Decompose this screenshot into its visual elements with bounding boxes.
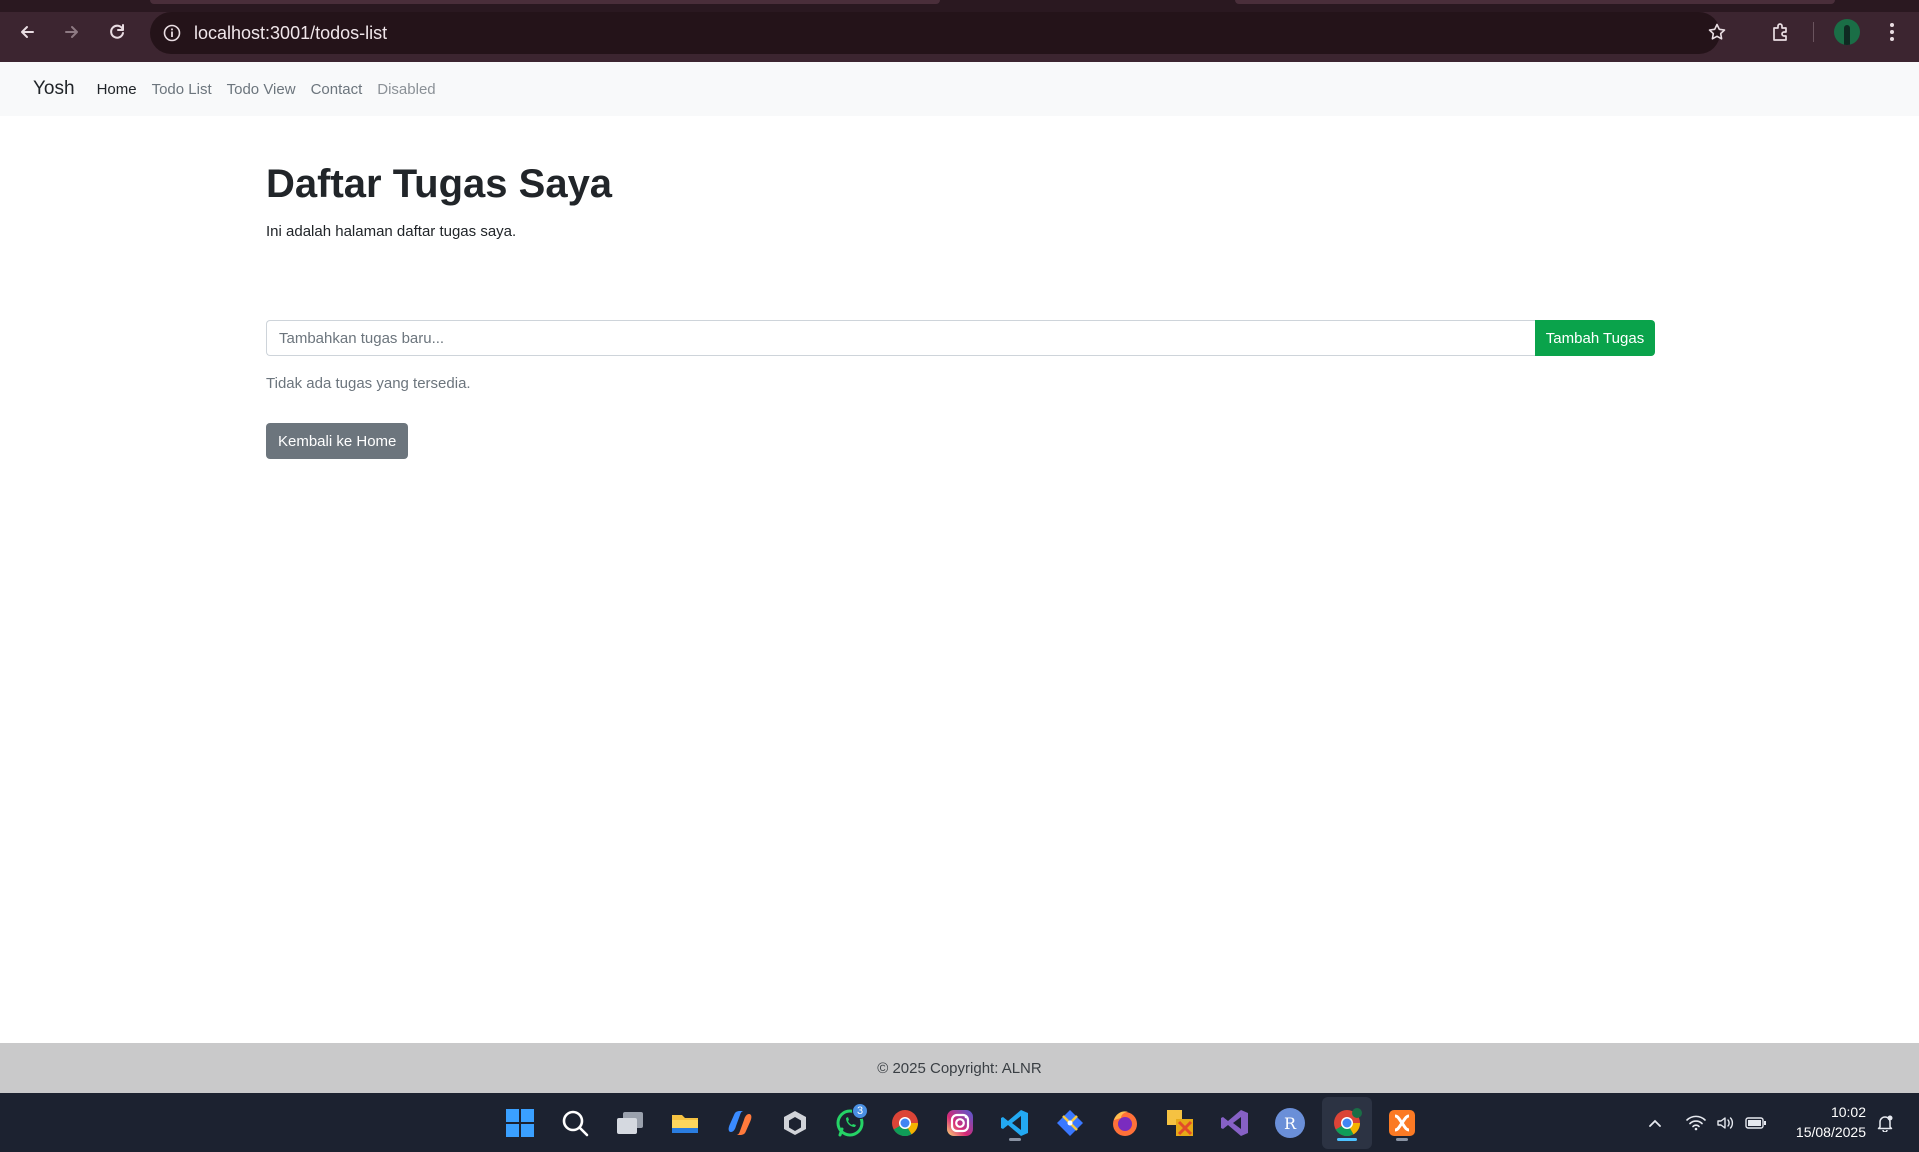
whatsapp-badge: 3 (852, 1103, 868, 1119)
chevron-up-icon[interactable] (1647, 1093, 1667, 1152)
unity-icon[interactable] (775, 1103, 815, 1143)
active-indicator (1337, 1138, 1357, 1141)
nav-link-disabled: Disabled (377, 80, 436, 98)
task-input[interactable] (266, 320, 1535, 356)
firefox-icon[interactable] (1105, 1103, 1145, 1143)
address-bar[interactable]: localhost:3001/todos-list (150, 12, 1720, 54)
running-indicator (1009, 1138, 1021, 1141)
xampp-tools-icon[interactable] (1160, 1103, 1200, 1143)
system-clock[interactable]: 10:02 15/08/2025 (1780, 1102, 1866, 1142)
xampp-icon[interactable] (1382, 1103, 1422, 1143)
page-title: Daftar Tugas Saya (266, 162, 613, 206)
clock-date: 15/08/2025 (1795, 1124, 1866, 1140)
tab-edge[interactable] (1235, 0, 1835, 4)
page-footer: © 2025 Copyright: ALNR (0, 1043, 1919, 1094)
wifi-icon[interactable] (1686, 1093, 1708, 1152)
bookmark-star-icon[interactable] (1701, 16, 1733, 48)
search-icon[interactable] (555, 1103, 595, 1143)
extensions-icon[interactable] (1765, 16, 1797, 48)
tab-edge[interactable] (150, 0, 940, 4)
page-subtitle: Ini adalah halaman daftar tugas saya. (266, 223, 517, 240)
git-icon[interactable] (1050, 1103, 1090, 1143)
back-arrow-icon[interactable] (11, 16, 43, 48)
file-explorer-icon[interactable] (665, 1103, 705, 1143)
instagram-icon[interactable] (940, 1103, 980, 1143)
toolbar-separator (1813, 22, 1814, 42)
clock-time: 10:02 (1830, 1104, 1866, 1120)
copilot-icon[interactable] (720, 1103, 760, 1143)
nav-link-contact[interactable]: Contact (311, 81, 363, 98)
nav-link-home[interactable]: Home (97, 81, 137, 98)
notification-bell-icon[interactable] (1876, 1093, 1896, 1152)
url-text[interactable]: localhost:3001/todos-list (194, 23, 387, 44)
visual-studio-icon[interactable] (1215, 1103, 1255, 1143)
more-menu-icon[interactable] (1876, 16, 1908, 48)
r-app-icon[interactable]: R (1270, 1103, 1310, 1143)
browser-toolbar: localhost:3001/todos-list (0, 0, 1919, 62)
volume-icon[interactable] (1716, 1093, 1738, 1152)
running-indicator (1396, 1138, 1408, 1141)
navbar-brand[interactable]: Yosh (33, 78, 75, 100)
vscode-icon[interactable] (995, 1103, 1035, 1143)
windows-start-icon[interactable] (500, 1103, 540, 1143)
web-page: Yosh Home Todo List Todo View Contact Di… (0, 62, 1919, 1094)
chrome-icon[interactable] (885, 1103, 925, 1143)
empty-tasks-message: Tidak ada tugas yang tersedia. (266, 375, 471, 392)
tab-strip (0, 0, 1919, 12)
site-info-icon[interactable] (150, 12, 194, 54)
nav-link-todo-list[interactable]: Todo List (152, 81, 212, 98)
chrome-active-icon[interactable] (1327, 1103, 1367, 1143)
footer-copyright: © 2025 Copyright: ALNR (877, 1060, 1042, 1077)
forward-arrow-icon[interactable] (56, 16, 88, 48)
profile-avatar[interactable] (1834, 19, 1860, 45)
back-home-button[interactable]: Kembali ke Home (266, 423, 409, 459)
reload-icon[interactable] (101, 16, 133, 48)
battery-icon[interactable] (1745, 1093, 1769, 1152)
task-view-icon[interactable] (610, 1103, 650, 1143)
whatsapp-icon[interactable]: 3 (830, 1103, 870, 1143)
add-task-form: Tambah Tugas (266, 320, 1655, 356)
navbar: Yosh Home Todo List Todo View Contact Di… (0, 62, 1919, 116)
nav-link-todo-view[interactable]: Todo View (227, 81, 296, 98)
add-task-button[interactable]: Tambah Tugas (1535, 320, 1655, 356)
